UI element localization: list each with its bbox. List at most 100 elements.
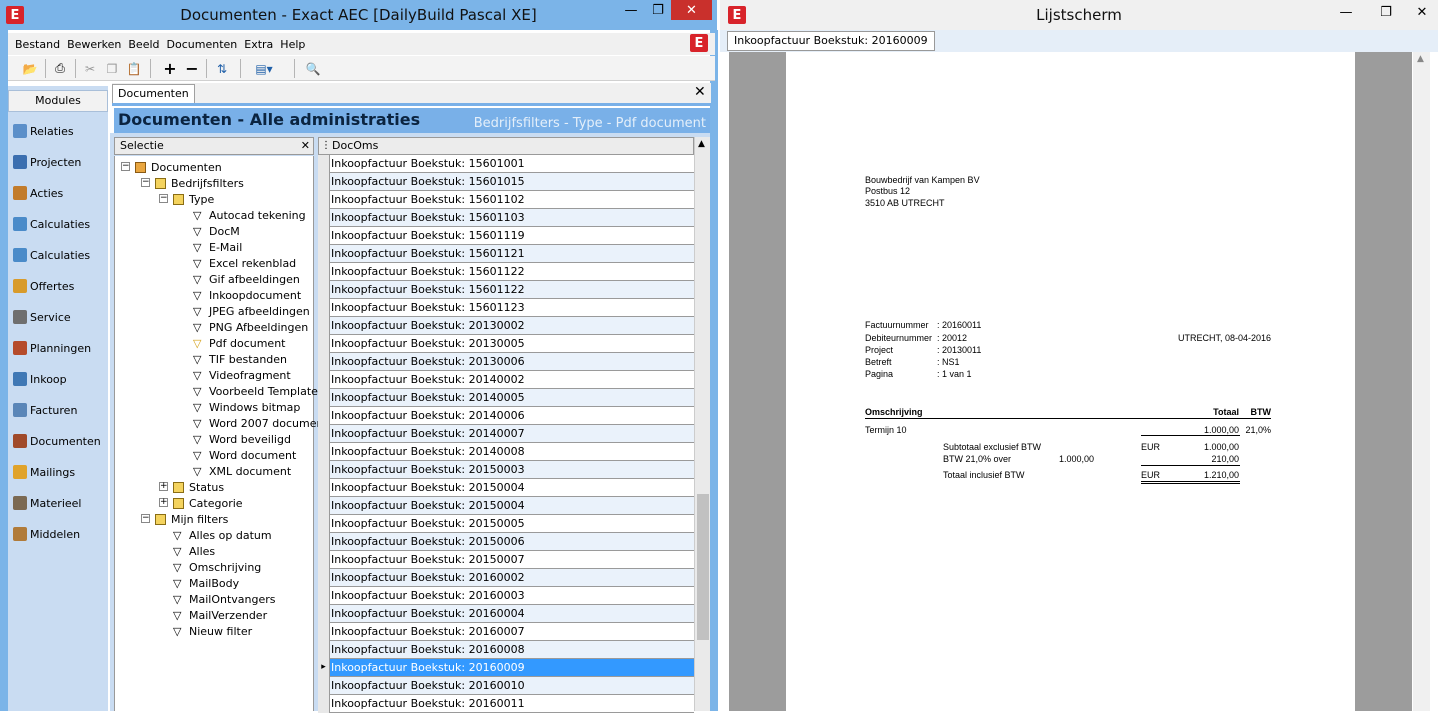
remove-icon[interactable]: −: [182, 59, 202, 78]
module-item[interactable]: Calculaties: [13, 245, 90, 265]
export-icon[interactable]: ▤▾: [254, 59, 274, 78]
tree-node[interactable]: Type: [173, 191, 214, 207]
column-header-docoms[interactable]: DocOms: [332, 138, 378, 154]
row-indicator[interactable]: [318, 515, 330, 533]
tree-node[interactable]: ▽ Word document: [193, 447, 296, 463]
table-row[interactable]: Inkoopfactuur Boekstuk: 20160011: [318, 695, 694, 713]
table-row[interactable]: Inkoopfactuur Boekstuk: 15601015: [318, 173, 694, 191]
table-row[interactable]: Inkoopfactuur Boekstuk: 20140008: [318, 443, 694, 461]
tree-node[interactable]: ▽ E-Mail: [193, 239, 242, 255]
menu-item[interactable]: Help: [280, 38, 305, 51]
tree-node[interactable]: ▽ Alles: [173, 543, 215, 559]
tree-node[interactable]: Status: [173, 479, 224, 495]
row-indicator[interactable]: [318, 497, 330, 515]
row-indicator[interactable]: [318, 155, 330, 173]
viewer-scroll-up-icon[interactable]: ▲: [1417, 54, 1424, 64]
row-indicator[interactable]: [318, 425, 330, 443]
tree-node[interactable]: ▽ Windows bitmap: [193, 399, 300, 415]
viewer-scrollbar[interactable]: ▲: [1413, 52, 1430, 711]
tree-node[interactable]: Categorie: [173, 495, 243, 511]
tree-node[interactable]: ▽ Videofragment: [193, 367, 291, 383]
tree-node[interactable]: ▽ TIF bestanden: [193, 351, 287, 367]
tree-expander[interactable]: −: [159, 194, 168, 203]
tree-node[interactable]: ▽ PNG Afbeeldingen: [193, 319, 308, 335]
menu-item[interactable]: Extra: [244, 38, 273, 51]
tree-node[interactable]: ▽ Alles op datum: [173, 527, 272, 543]
table-row[interactable]: Inkoopfactuur Boekstuk: 15601122: [318, 281, 694, 299]
row-indicator[interactable]: [318, 641, 330, 659]
table-row[interactable]: Inkoopfactuur Boekstuk: 15601103: [318, 209, 694, 227]
print-preview-icon[interactable]: 🔍: [303, 59, 323, 78]
paste-icon[interactable]: 📋: [124, 59, 144, 78]
tree-expander[interactable]: +: [159, 482, 168, 491]
scroll-thumb[interactable]: [697, 494, 709, 640]
menu-item[interactable]: Documenten: [167, 38, 238, 51]
row-indicator[interactable]: [318, 695, 330, 713]
table-row[interactable]: Inkoopfactuur Boekstuk: 15601122: [318, 263, 694, 281]
add-icon[interactable]: +: [160, 59, 180, 78]
row-indicator[interactable]: [318, 479, 330, 497]
restore-button[interactable]: ❐: [644, 0, 672, 20]
row-indicator[interactable]: [318, 587, 330, 605]
menu-item[interactable]: Beeld: [128, 38, 159, 51]
tree-expander[interactable]: −: [141, 178, 150, 187]
table-row[interactable]: Inkoopfactuur Boekstuk: 20140006: [318, 407, 694, 425]
open-folder-icon[interactable]: 📂: [20, 59, 40, 78]
tree-node[interactable]: ▽ XML document: [193, 463, 291, 479]
table-row[interactable]: Inkoopfactuur Boekstuk: 20160003: [318, 587, 694, 605]
row-indicator[interactable]: [318, 299, 330, 317]
row-indicator[interactable]: [318, 173, 330, 191]
tree-node[interactable]: ▽ MailBody: [173, 575, 239, 591]
row-indicator[interactable]: [318, 227, 330, 245]
close-selection-icon[interactable]: ✕: [301, 138, 310, 154]
table-row[interactable]: Inkoopfactuur Boekstuk: 20150005: [318, 515, 694, 533]
table-row[interactable]: Inkoopfactuur Boekstuk: 15601119: [318, 227, 694, 245]
tree-node[interactable]: ▽ Gif afbeeldingen: [193, 271, 300, 287]
tree-expander[interactable]: −: [121, 162, 130, 171]
viewer-minimize-button[interactable]: —: [1332, 2, 1360, 22]
tree-node[interactable]: ▽ JPEG afbeeldingen: [193, 303, 310, 319]
tree-node[interactable]: ▽ Word beveiligd: [193, 431, 291, 447]
table-row[interactable]: Inkoopfactuur Boekstuk: 20150004: [318, 497, 694, 515]
module-item[interactable]: Service: [13, 307, 71, 327]
main-title-bar[interactable]: E Documenten - Exact AEC [DailyBuild Pas…: [0, 0, 717, 30]
row-indicator[interactable]: [318, 245, 330, 263]
row-indicator[interactable]: [318, 605, 330, 623]
table-row[interactable]: Inkoopfactuur Boekstuk: 20160010: [318, 677, 694, 695]
row-indicator[interactable]: [318, 461, 330, 479]
row-indicator[interactable]: [318, 443, 330, 461]
tree-node[interactable]: ▽ Word 2007 documen: [193, 415, 323, 431]
table-row[interactable]: Inkoopfactuur Boekstuk: 15601123: [318, 299, 694, 317]
module-item[interactable]: Materieel: [13, 493, 81, 513]
tree-node[interactable]: ▽ Omschrijving: [173, 559, 261, 575]
viewer-restore-button[interactable]: ❐: [1372, 2, 1400, 22]
table-row[interactable]: Inkoopfactuur Boekstuk: 20150003: [318, 461, 694, 479]
tree-node[interactable]: ▽ Voorbeeld Template: [193, 383, 318, 399]
tree-node[interactable]: ▽ Pdf document: [193, 335, 285, 351]
table-row[interactable]: Inkoopfactuur Boekstuk: 20150004: [318, 479, 694, 497]
module-item[interactable]: Planningen: [13, 338, 91, 358]
tab-documenten[interactable]: Documenten: [112, 84, 195, 103]
row-indicator[interactable]: [318, 371, 330, 389]
tree-node[interactable]: Documenten: [135, 159, 222, 175]
tree-expander[interactable]: −: [141, 514, 150, 523]
table-row[interactable]: Inkoopfactuur Boekstuk: 20160007: [318, 623, 694, 641]
print-icon[interactable]: ⎙: [50, 59, 70, 78]
row-indicator[interactable]: [318, 551, 330, 569]
table-row[interactable]: Inkoopfactuur Boekstuk: 20160004: [318, 605, 694, 623]
module-item[interactable]: Calculaties: [13, 214, 90, 234]
tree-node[interactable]: Bedrijfsfilters: [155, 175, 244, 191]
module-item[interactable]: Inkoop: [13, 369, 67, 389]
table-row[interactable]: Inkoopfactuur Boekstuk: 20140005: [318, 389, 694, 407]
menu-item[interactable]: Bewerken: [67, 38, 121, 51]
table-row[interactable]: Inkoopfactuur Boekstuk: 15601102: [318, 191, 694, 209]
module-item[interactable]: Middelen: [13, 524, 80, 544]
tree-node[interactable]: ▽ Inkoopdocument: [193, 287, 301, 303]
module-item[interactable]: Relaties: [13, 121, 74, 141]
row-indicator[interactable]: [318, 317, 330, 335]
list-scrollbar[interactable]: ▲: [694, 137, 710, 711]
module-item[interactable]: Acties: [13, 183, 63, 203]
viewer-title-bar[interactable]: E Lijstscherm — ❐ ✕: [720, 0, 1438, 30]
cut-icon[interactable]: ✂: [80, 59, 100, 78]
module-item[interactable]: Facturen: [13, 400, 77, 420]
